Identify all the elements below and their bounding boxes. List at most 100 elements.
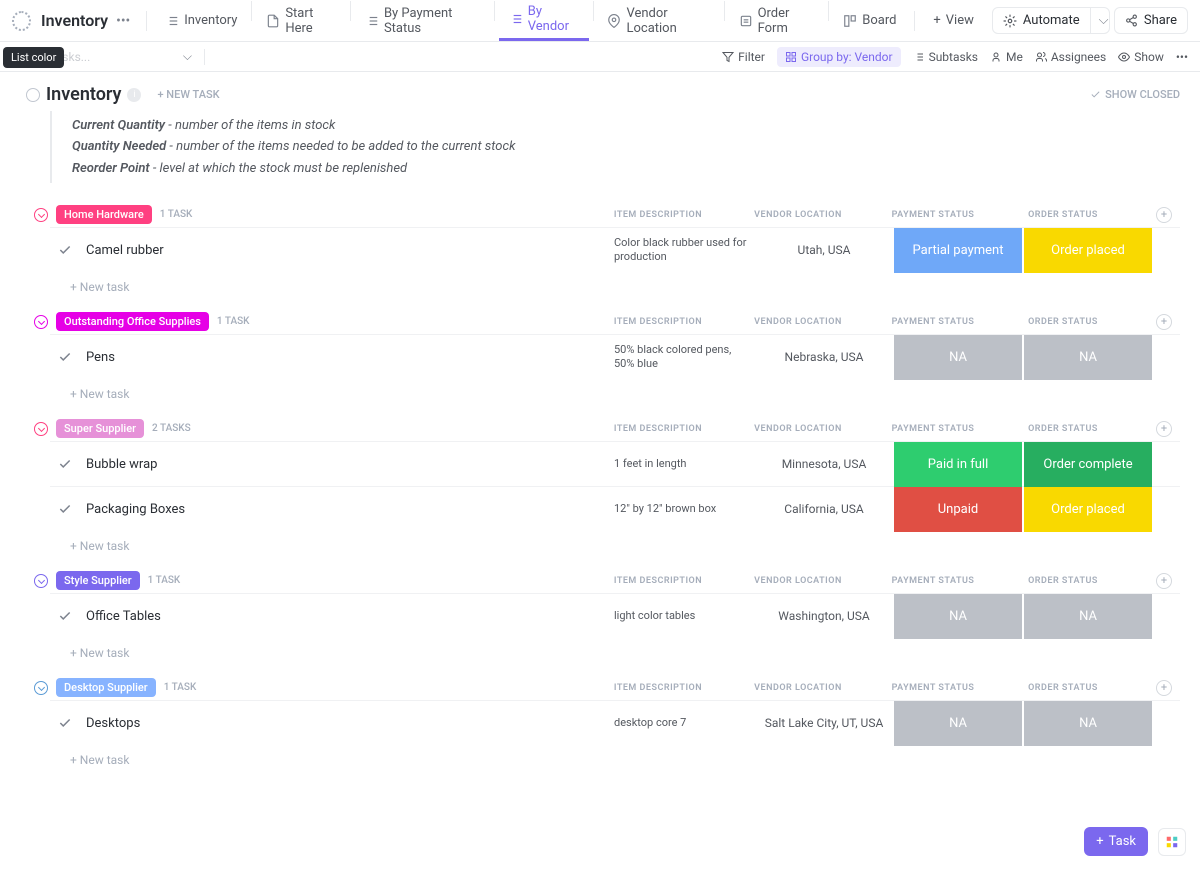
order-status[interactable]: Order complete <box>1024 442 1152 487</box>
assignees-button[interactable]: Assignees <box>1035 50 1106 64</box>
vendor-badge[interactable]: Outstanding Office Supplies <box>56 312 209 331</box>
payment-status[interactable]: NA <box>894 594 1022 639</box>
show-closed-button[interactable]: SHOW CLOSED <box>1090 88 1180 101</box>
order-status[interactable]: NA <box>1024 701 1152 746</box>
new-task-button[interactable]: + New task <box>26 272 1180 294</box>
user-icon <box>990 51 1002 63</box>
collapse-group-icon[interactable] <box>34 208 48 222</box>
order-status[interactable]: Order placed <box>1024 487 1152 532</box>
task-name: Office Tables <box>86 609 614 624</box>
show-button[interactable]: Show <box>1118 50 1164 64</box>
column-header: VENDOR LOCATION <box>728 424 868 434</box>
filter-icon <box>722 51 734 63</box>
tab-by-payment-status[interactable]: By Payment Status <box>355 1 490 41</box>
add-column-button[interactable]: + <box>1156 573 1172 589</box>
check-icon[interactable] <box>58 457 74 471</box>
column-header: PAYMENT STATUS <box>868 317 998 327</box>
check-icon[interactable] <box>58 502 74 516</box>
task-row[interactable]: Pens 50% black colored pens, 50% blue Ne… <box>50 334 1180 379</box>
new-task-button[interactable]: + New task <box>26 531 1180 553</box>
column-header: ITEM DESCRIPTION <box>588 683 728 693</box>
tab-board[interactable]: Board <box>833 1 906 41</box>
filter-button[interactable]: Filter <box>722 50 765 64</box>
chevron-down-icon[interactable]: ⌵ <box>183 49 192 64</box>
new-task-button[interactable]: + New task <box>26 745 1180 767</box>
vendor-group: Outstanding Office Supplies 1 TASK ITEM … <box>26 312 1180 401</box>
info-icon[interactable]: i <box>127 88 141 102</box>
tab-by-vendor[interactable]: By Vendor <box>499 1 589 41</box>
separator <box>724 1 725 21</box>
vendor-badge[interactable]: Style Supplier <box>56 571 140 590</box>
collapse-group-icon[interactable] <box>34 574 48 588</box>
task-count: 1 TASK <box>164 682 197 693</box>
order-status[interactable]: NA <box>1024 594 1152 639</box>
column-header: ORDER STATUS <box>998 576 1128 586</box>
task-name: Packaging Boxes <box>86 502 614 517</box>
task-row[interactable]: Camel rubber Color black rubber used for… <box>50 227 1180 272</box>
task-row[interactable]: Bubble wrap 1 feet in length Minnesota, … <box>50 441 1180 486</box>
add-column-button[interactable]: + <box>1156 207 1172 223</box>
plus-icon: + <box>1096 834 1103 849</box>
tab-vendor-location[interactable]: Vendor Location <box>597 1 719 41</box>
check-icon <box>1090 89 1101 100</box>
vendor-location: California, USA <box>754 502 894 516</box>
task-row[interactable]: Office Tables light color tables Washing… <box>50 593 1180 638</box>
more-icon[interactable]: ••• <box>1176 50 1188 64</box>
eye-icon <box>1118 51 1130 63</box>
list-icon <box>365 14 379 28</box>
check-icon[interactable] <box>58 243 74 257</box>
vendor-location: Washington, USA <box>754 609 894 623</box>
gear-icon <box>1003 14 1017 28</box>
add-view-button[interactable]: + View <box>923 1 984 41</box>
me-button[interactable]: Me <box>990 50 1023 64</box>
order-status[interactable]: Order placed <box>1024 228 1152 273</box>
task-row[interactable]: Packaging Boxes 12" by 12" brown box Cal… <box>50 486 1180 531</box>
payment-status[interactable]: Partial payment <box>894 228 1022 273</box>
payment-status[interactable]: NA <box>894 335 1022 380</box>
content-area: Inventory i + NEW TASK SHOW CLOSED Curre… <box>0 72 1200 874</box>
collapse-group-icon[interactable] <box>34 422 48 436</box>
chevron-down-icon[interactable]: ⌵ <box>1091 8 1110 33</box>
add-column-button[interactable]: + <box>1156 421 1172 437</box>
new-task-button[interactable]: + New task <box>26 638 1180 660</box>
order-status[interactable]: NA <box>1024 335 1152 380</box>
list-header: Inventory i + NEW TASK SHOW CLOSED <box>26 84 1180 105</box>
board-icon <box>843 14 857 28</box>
column-header: VENDOR LOCATION <box>728 576 868 586</box>
subtasks-button[interactable]: Subtasks <box>913 50 978 64</box>
share-button[interactable]: Share <box>1114 7 1188 34</box>
more-options-icon[interactable]: ••• <box>116 13 130 29</box>
apps-button[interactable] <box>1158 828 1186 856</box>
group-icon <box>785 51 797 63</box>
payment-status[interactable]: NA <box>894 701 1022 746</box>
vendor-group: Style Supplier 1 TASK ITEM DESCRIPTION V… <box>26 571 1180 660</box>
add-column-button[interactable]: + <box>1156 680 1172 696</box>
new-task-fab[interactable]: + Task <box>1084 827 1148 856</box>
tab-start-here[interactable]: Start Here <box>256 1 346 41</box>
payment-status[interactable]: Paid in full <box>894 442 1022 487</box>
automate-button[interactable]: Automate ⌵ <box>992 7 1110 34</box>
payment-status[interactable]: Unpaid <box>894 487 1022 532</box>
vendor-badge[interactable]: Home Hardware <box>56 205 152 224</box>
check-icon[interactable] <box>58 609 74 623</box>
separator <box>251 1 252 21</box>
fab-area: + Task <box>1084 827 1186 856</box>
list-color-icon[interactable] <box>12 11 31 31</box>
task-name: Bubble wrap <box>86 457 614 472</box>
task-row[interactable]: Desktops desktop core 7 Salt Lake City, … <box>50 700 1180 745</box>
new-task-button[interactable]: + NEW TASK <box>157 88 219 101</box>
users-icon <box>1035 51 1047 63</box>
check-icon[interactable] <box>58 350 74 364</box>
group-by-button[interactable]: Group by: Vendor <box>777 47 901 67</box>
check-icon[interactable] <box>58 716 74 730</box>
collapse-group-icon[interactable] <box>34 315 48 329</box>
doc-icon <box>266 14 280 28</box>
tab-inventory[interactable]: Inventory <box>155 1 247 41</box>
collapse-group-icon[interactable] <box>34 681 48 695</box>
vendor-badge[interactable]: Desktop Supplier <box>56 678 156 697</box>
vendor-badge[interactable]: Super Supplier <box>56 419 144 438</box>
tab-order-form[interactable]: Order Form <box>729 1 825 41</box>
new-task-button[interactable]: + New task <box>26 379 1180 401</box>
collapse-icon[interactable] <box>26 88 40 102</box>
add-column-button[interactable]: + <box>1156 314 1172 330</box>
